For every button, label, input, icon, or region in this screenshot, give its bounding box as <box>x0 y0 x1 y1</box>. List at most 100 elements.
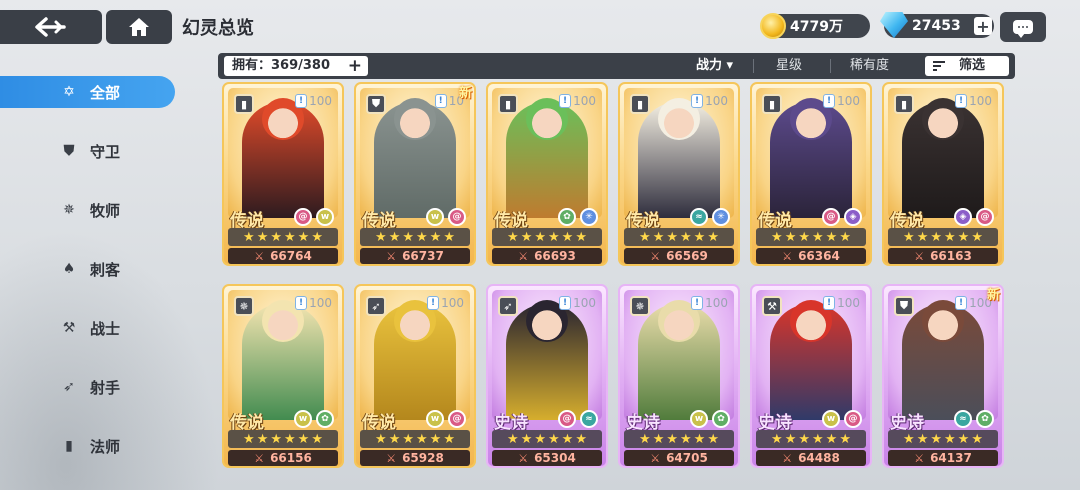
snow-element-icon: ✳ <box>712 208 730 226</box>
leaf-element-icon: ✿ <box>316 410 334 428</box>
element-icons: ≈ ✳ <box>690 208 730 226</box>
star-icon: ★ <box>771 229 783 245</box>
character-portrait: ▮ ! 100 <box>888 88 998 218</box>
spirit-card[interactable]: ▮ ! 100 传说 ◈ @ ★ ★ ★ ★ ★ ★ ⚔ 66163 <box>882 82 1004 266</box>
sort-star-button[interactable]: 星级 <box>776 57 802 75</box>
spirit-card[interactable]: ⛊ ! 10 新 传说 w @ ★ ★ ★ ★ ★ ★ ⚔ 66737 <box>354 82 476 266</box>
star-icon: ★ <box>944 229 956 245</box>
spirit-card[interactable]: ▮ ! 100 传说 @ ◈ ★ ★ ★ ★ ★ ★ ⚔ 66364 <box>750 82 872 266</box>
level-gem-icon: ! <box>955 94 968 108</box>
star-icon: ★ <box>548 431 560 447</box>
gold-amount: 4779万 <box>790 19 843 35</box>
level-gem-icon: ! <box>955 296 968 310</box>
sidebar-item-archer[interactable]: ➶ 射手 <box>0 371 175 403</box>
sort-rarity-button[interactable]: 稀有度 <box>850 57 889 75</box>
star-rating: ★ ★ ★ ★ ★ ★ <box>756 228 866 246</box>
star-icon: ★ <box>243 431 255 447</box>
filter-button[interactable]: 筛选 <box>925 56 1009 76</box>
spirit-card[interactable]: ✵ ! 100 传说 w ✿ ★ ★ ★ ★ ★ ★ ⚔ 66156 <box>222 284 344 468</box>
character-portrait: ⛊ ! 100 <box>888 290 998 420</box>
element-icons: w @ <box>426 208 466 226</box>
combat-power: ⚔ 66764 <box>228 248 338 264</box>
element-icons: w @ <box>426 410 466 428</box>
sidebar-item-guardian[interactable]: ⛊ 守卫 <box>0 135 175 167</box>
power-value: 65304 <box>534 451 576 465</box>
combat-power: ⚔ 65304 <box>492 450 602 466</box>
level-tag: ! 100 <box>559 296 596 310</box>
star-icon: ★ <box>561 229 574 245</box>
star-icon: ★ <box>652 229 665 245</box>
element-icons: w ✿ <box>690 410 730 428</box>
star-icon: ★ <box>375 431 387 447</box>
power-value: 65928 <box>402 451 444 465</box>
spiral-element-icon: @ <box>822 208 840 226</box>
star-icon: ★ <box>639 229 651 245</box>
combat-power: ⚔ 66156 <box>228 450 338 466</box>
element-icons: @ ◈ <box>822 208 862 226</box>
star-icon: ★ <box>256 431 269 447</box>
divider <box>830 59 831 73</box>
power-value: 64705 <box>666 451 708 465</box>
sidebar-item-mage[interactable]: ▮ 法师 <box>0 430 175 462</box>
spirit-card[interactable]: ▮ ! 100 传说 ≈ ✳ ★ ★ ★ ★ ★ ★ ⚔ 66569 <box>618 82 740 266</box>
home-button[interactable] <box>106 10 172 44</box>
spirit-card[interactable]: ⛊ ! 100 新 史诗 ≈ ✿ ★ ★ ★ ★ ★ ★ ⚔ 64137 <box>882 284 1004 468</box>
spirit-card[interactable]: ➶ ! 100 传说 w @ ★ ★ ★ ★ ★ ★ ⚔ 65928 <box>354 284 476 468</box>
sidebar-item-label: 战士 <box>90 319 121 338</box>
star-icon: ★ <box>903 229 915 245</box>
element-icons: w @ <box>822 410 862 428</box>
expand-capacity-button[interactable]: + <box>348 56 362 76</box>
owned-count[interactable]: 拥有：369/380 + <box>224 56 368 76</box>
spirit-card[interactable]: ⚒ ! 100 史诗 w @ ★ ★ ★ ★ ★ ★ ⚔ 64488 <box>750 284 872 468</box>
power-value: 66764 <box>270 249 312 263</box>
sort-power-button[interactable]: 战力 ▾ <box>696 57 733 75</box>
add-gems-button[interactable]: + <box>974 17 992 36</box>
back-button[interactable] <box>0 10 102 44</box>
chat-button[interactable] <box>1000 12 1046 42</box>
spiral-element-icon: @ <box>844 410 862 428</box>
sidebar-item-assassin[interactable]: ♠ 刺客 <box>0 253 175 285</box>
star-icon: ★ <box>916 431 929 447</box>
level-tag: ! 100 <box>691 94 728 108</box>
wings-element-icon: w <box>316 208 334 226</box>
level-tag: ! 100 <box>691 296 728 310</box>
sidebar-item-all[interactable]: ✡ 全部 <box>0 76 175 108</box>
eye-element-icon: ◈ <box>954 208 972 226</box>
star-icon: ★ <box>916 229 929 245</box>
sidebar-item-label: 守卫 <box>90 142 121 161</box>
level-value: 100 <box>837 296 860 310</box>
sidebar-item-warrior[interactable]: ⚒ 战士 <box>0 312 175 344</box>
star-icon: ★ <box>930 431 942 447</box>
star-icon: ★ <box>839 431 851 447</box>
gold-counter[interactable]: 4779万 <box>760 13 870 39</box>
spirit-card[interactable]: ▮ ! 100 传说 @ w ★ ★ ★ ★ ★ ★ ⚔ 66764 <box>222 82 344 266</box>
star-icon: ★ <box>507 229 519 245</box>
divider <box>753 59 754 73</box>
level-gem-icon: ! <box>691 94 704 108</box>
star-icon: ★ <box>520 431 533 447</box>
spirit-card[interactable]: ✵ ! 100 史诗 w ✿ ★ ★ ★ ★ ★ ★ ⚔ 64705 <box>618 284 740 468</box>
crossed-swords-icon: ⚔ <box>386 451 397 465</box>
sidebar-item-priest[interactable]: ✵ 牧师 <box>0 194 175 226</box>
level-tag: ! 100 <box>427 296 464 310</box>
element-icons: ◈ @ <box>954 208 994 226</box>
spirit-card[interactable]: ▮ ! 100 传说 ✿ ✳ ★ ★ ★ ★ ★ ★ ⚔ 66693 <box>486 82 608 266</box>
sidebar-item-label: 牧师 <box>90 201 121 220</box>
star-icon: ★ <box>798 229 810 245</box>
character-portrait: ⛊ ! 10 <box>360 88 470 218</box>
star-rating: ★ ★ ★ ★ ★ ★ <box>888 228 998 246</box>
star-icon: ★ <box>957 229 970 245</box>
star-icon: ★ <box>680 431 692 447</box>
level-value: 100 <box>705 296 728 310</box>
leaf-element-icon: ✿ <box>712 410 730 428</box>
star-icon: ★ <box>944 431 956 447</box>
power-value: 66163 <box>930 249 972 263</box>
level-tag: ! 100 <box>295 94 332 108</box>
sidebar-item-label: 射手 <box>90 378 121 397</box>
leaf-element-icon: ✿ <box>558 208 576 226</box>
star-icon: ★ <box>297 229 310 245</box>
power-value: 64137 <box>930 451 972 465</box>
power-value: 66737 <box>402 249 444 263</box>
star-icon: ★ <box>375 229 387 245</box>
spirit-card[interactable]: ➶ ! 100 史诗 @ ≈ ★ ★ ★ ★ ★ ★ ⚔ 65304 <box>486 284 608 468</box>
